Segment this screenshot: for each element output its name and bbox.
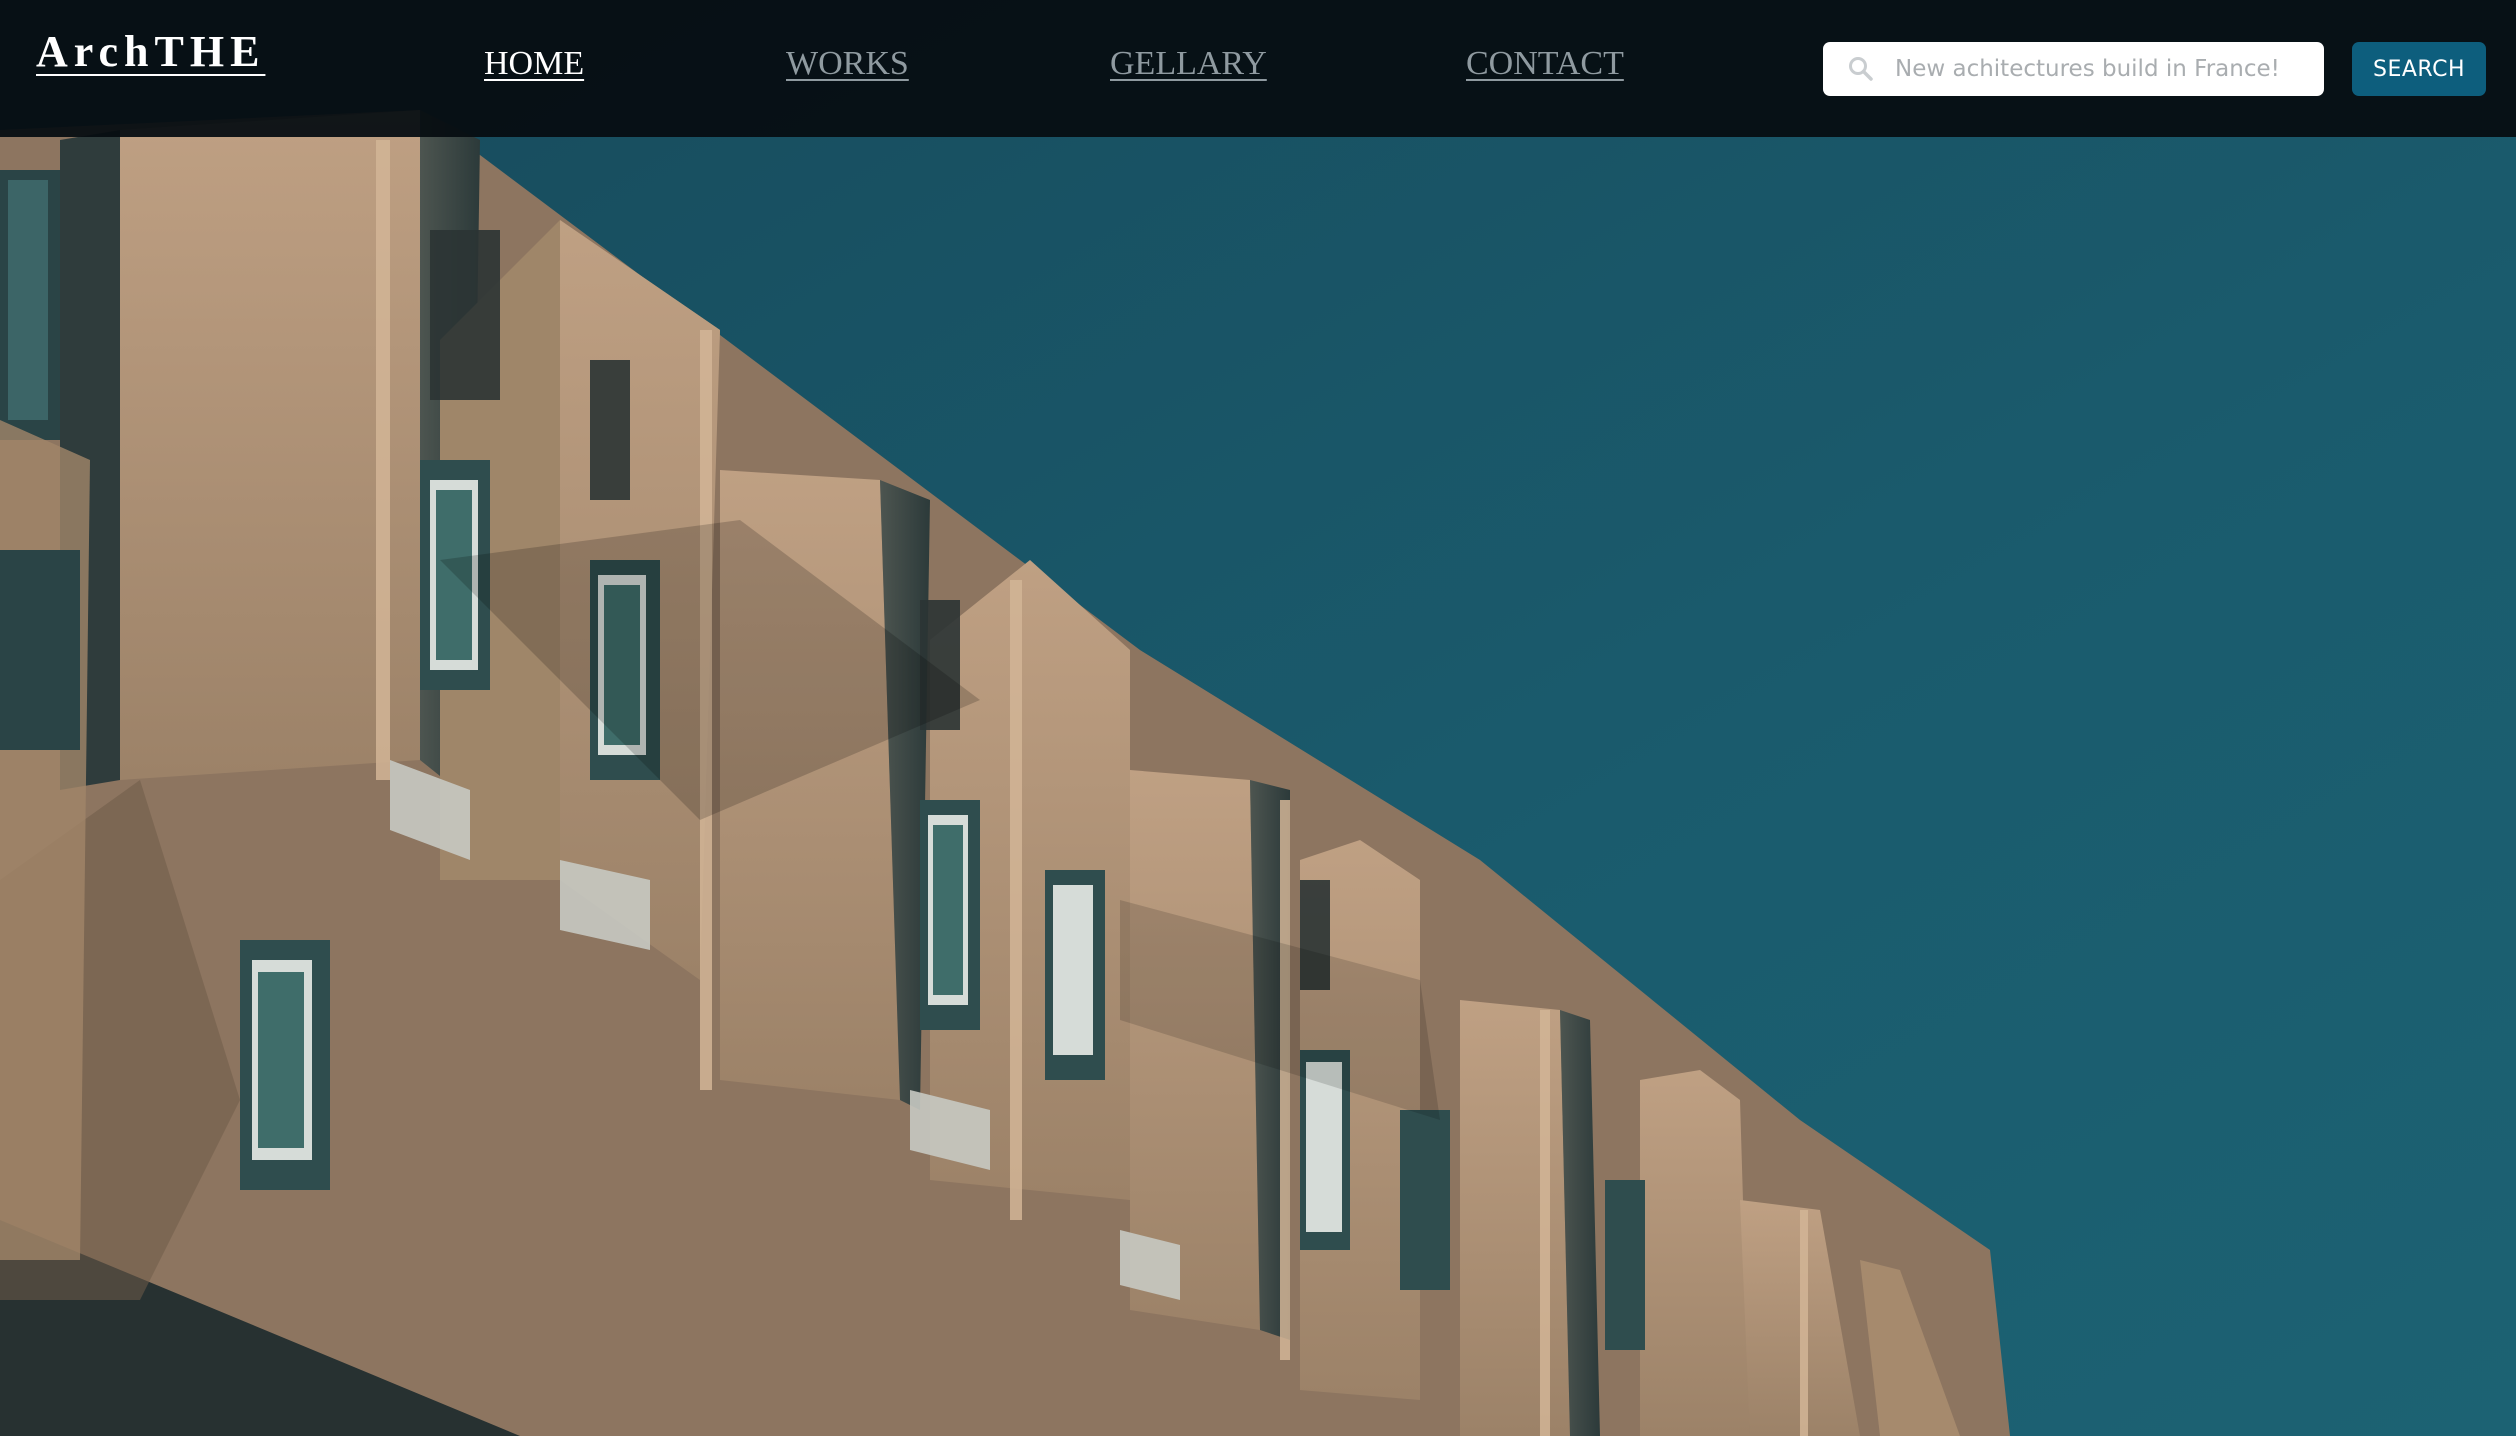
search-input[interactable] <box>1887 44 2324 94</box>
search-box <box>1823 42 2324 96</box>
top-navbar: ArchTHE HOME WORKS GELLARY CONTACT SEARC… <box>0 0 2516 137</box>
nav-link-works[interactable]: WORKS <box>786 47 909 81</box>
search-icon <box>1847 42 1887 96</box>
nav-link-gellary[interactable]: GELLARY <box>1110 47 1267 81</box>
nav-link-contact[interactable]: CONTACT <box>1466 47 1624 81</box>
nav-link-home[interactable]: HOME <box>484 47 584 81</box>
search-button[interactable]: SEARCH <box>2352 42 2486 96</box>
hero-background <box>0 0 2516 1436</box>
building-facade-image <box>0 0 2516 1436</box>
site-logo[interactable]: ArchTHE <box>36 30 265 74</box>
